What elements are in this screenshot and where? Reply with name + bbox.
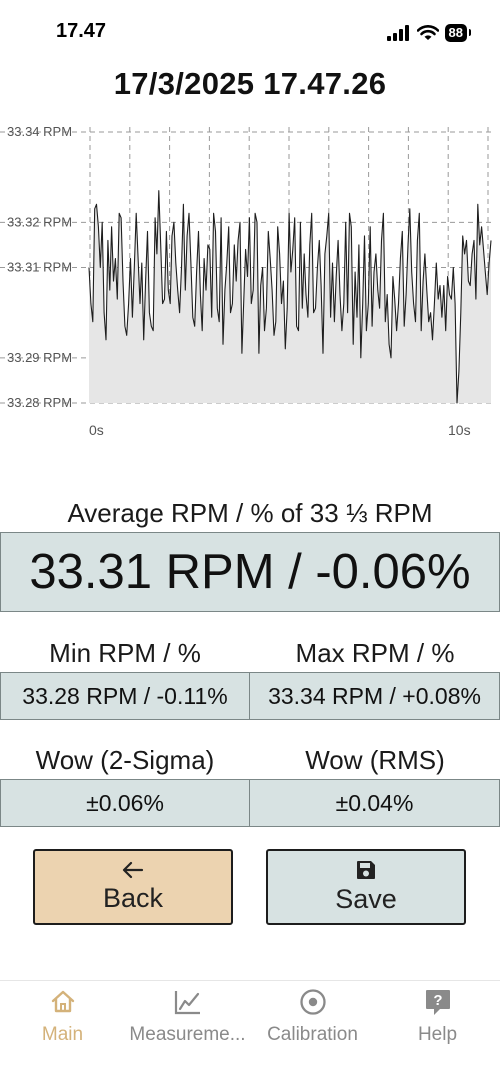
tab-measurements[interactable]: Measureme... <box>125 981 250 1061</box>
tab-bar: Main Measureme... Calibration ? Help <box>0 980 500 1081</box>
max-value: 33.34 RPM / +0.08% <box>249 672 500 720</box>
min-value: 33.28 RPM / -0.11% <box>0 672 250 720</box>
save-button[interactable]: Save <box>266 849 466 925</box>
arrow-left-icon <box>122 861 144 878</box>
wow-rms-value: ±0.04% <box>249 779 500 827</box>
tab-calibration-label: Calibration <box>267 1024 358 1045</box>
chart-y-tick-label: 33.34 RPM <box>7 124 72 139</box>
page-title: 17/3/2025 17.47.26 <box>113 66 387 101</box>
tab-measurements-label: Measureme... <box>129 1024 246 1045</box>
svg-text:?: ? <box>433 992 442 1009</box>
chart-x-tick-label: 0s <box>89 422 104 438</box>
wow-rms-label: Wow (RMS) <box>305 745 445 775</box>
home-icon <box>51 990 74 1013</box>
status-bar: 17.47 88 <box>0 0 500 60</box>
line-chart-icon <box>174 991 200 1015</box>
tab-help[interactable]: ? Help <box>375 981 500 1061</box>
average-value: 33.31 RPM / -0.06% <box>0 532 500 612</box>
rpm-chart: 33.34 RPM 33.32 RPM 33.31 RPM 33.29 RPM 33.2… <box>0 124 492 438</box>
back-button[interactable]: Back <box>33 849 233 925</box>
tab-main[interactable]: Main <box>0 981 125 1061</box>
wow-2sigma-label: Wow (2-Sigma) <box>35 745 215 775</box>
battery-icon: 88 <box>444 24 472 42</box>
min-label: Min RPM / % <box>49 638 201 668</box>
tab-main-label: Main <box>41 1024 84 1045</box>
target-icon <box>299 989 326 1015</box>
status-time: 17.47 <box>56 20 107 42</box>
signal-icon <box>386 25 409 41</box>
status-icons: 88 <box>386 21 472 45</box>
tab-help-label: Help <box>417 1024 458 1045</box>
save-button-label: Save <box>335 883 397 914</box>
chart-y-tick-label: 33.28 RPM <box>7 395 72 410</box>
help-icon: ? <box>425 990 450 1015</box>
floppy-disk-icon <box>357 860 375 879</box>
chart-y-tick-label: 33.32 RPM <box>7 214 72 229</box>
back-button-label: Back <box>102 882 164 913</box>
chart-y-tick-label: 33.31 RPM <box>7 260 72 275</box>
chart-y-tick-label: 33.29 RPM <box>7 350 72 365</box>
average-label: Average RPM / % of 33 ⅓ RPM <box>67 498 433 528</box>
wifi-icon <box>416 25 439 40</box>
wow-2sigma-value: ±0.06% <box>0 779 250 827</box>
chart-x-tick-label: 10s <box>448 422 471 438</box>
max-label: Max RPM / % <box>295 638 455 668</box>
tab-calibration[interactable]: Calibration <box>250 981 375 1061</box>
